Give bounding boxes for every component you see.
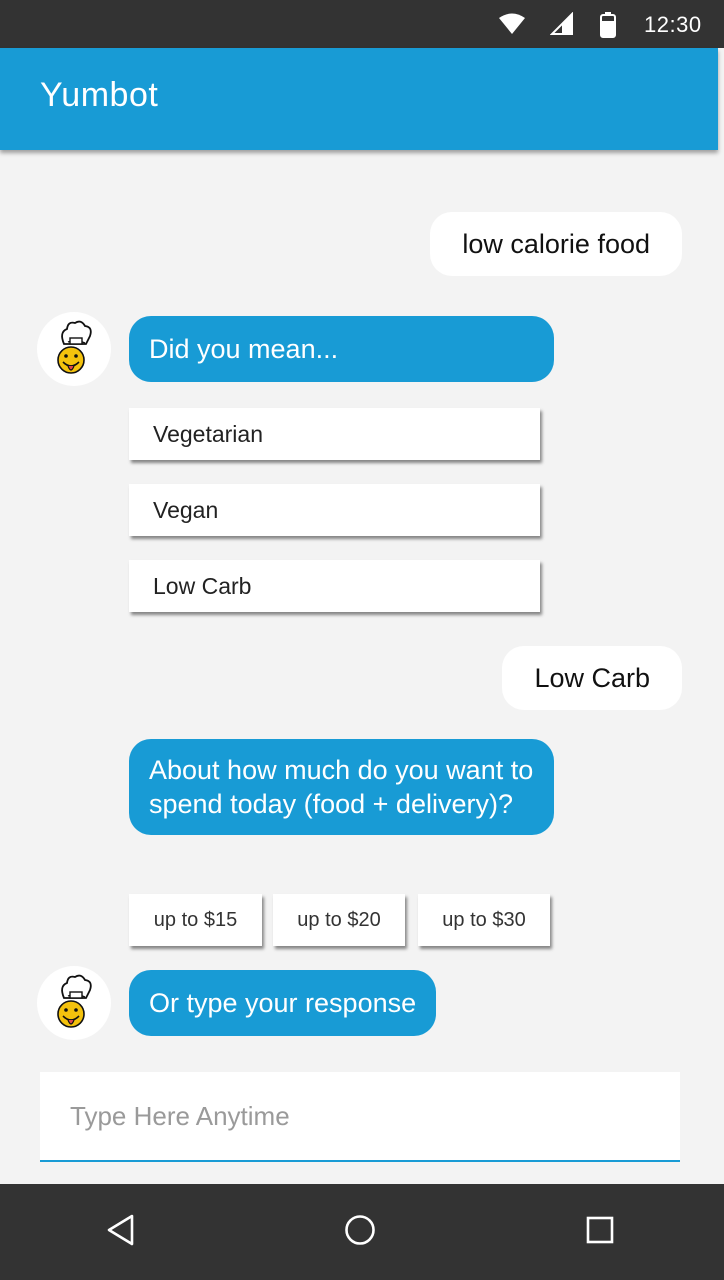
app-bar: Yumbot: [0, 48, 718, 150]
back-icon[interactable]: [104, 1212, 136, 1248]
bot-avatar: [37, 966, 111, 1040]
user-message-bubble: Low Carb: [502, 646, 682, 710]
chef-emoji-icon: [57, 974, 92, 1028]
bot-message-bubble: Did you mean...: [129, 316, 554, 382]
option-low-carb-button[interactable]: Low Carb: [129, 560, 540, 612]
bot-message-bubble: Or type your response: [129, 970, 437, 1036]
user-message-bubble: low calorie food: [430, 212, 682, 276]
status-time: 12:30: [644, 12, 702, 37]
battery-icon: [600, 12, 616, 38]
bot-message-bubble: About how much do you want to spend toda…: [129, 739, 554, 835]
price-15-button[interactable]: up to $15: [129, 894, 262, 946]
cell-signal-icon: [550, 12, 573, 35]
chat-area: low calorie food Did you mean... Vegetar…: [0, 150, 724, 1184]
price-20-button[interactable]: up to $20: [273, 894, 405, 946]
message-input[interactable]: [40, 1072, 670, 1160]
home-icon[interactable]: [342, 1212, 378, 1248]
wifi-icon: [499, 13, 525, 34]
option-vegan-button[interactable]: Vegan: [129, 484, 540, 536]
bot-avatar: [37, 312, 111, 386]
status-bar: 12:30: [0, 0, 724, 48]
option-vegetarian-button[interactable]: Vegetarian: [129, 408, 540, 460]
nav-bar: [0, 1184, 724, 1280]
chef-emoji-icon: [57, 320, 92, 374]
message-input-container: [40, 1072, 680, 1162]
recent-apps-icon[interactable]: [584, 1212, 616, 1248]
app-title: Yumbot: [40, 76, 159, 114]
price-30-button[interactable]: up to $30: [418, 894, 550, 946]
